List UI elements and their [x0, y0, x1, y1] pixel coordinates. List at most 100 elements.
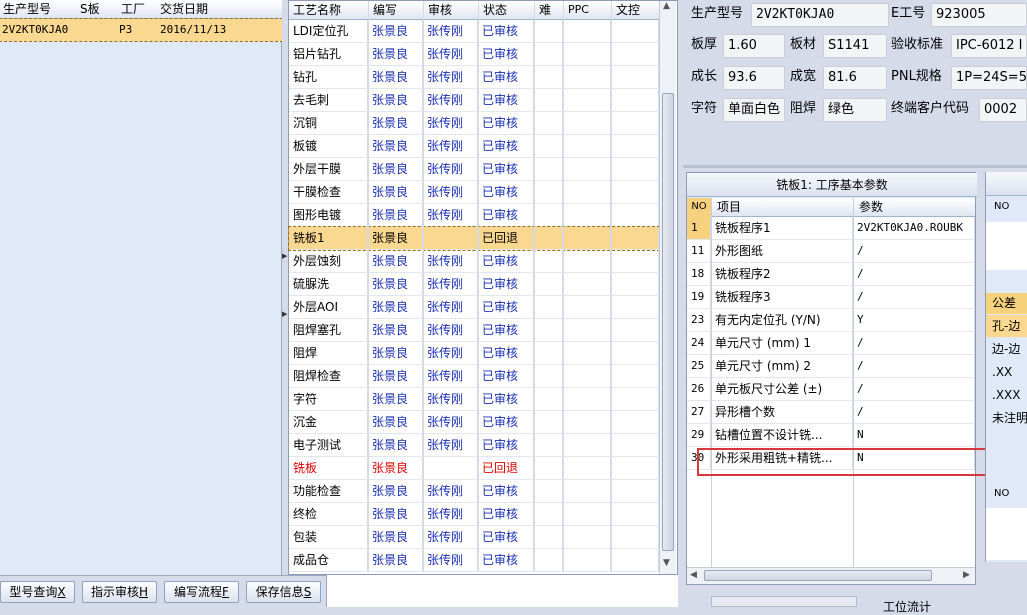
- col-delivery-date[interactable]: 交货日期: [160, 0, 208, 18]
- process-row[interactable]: 沉铜 张景良 张传刚 已审核: [289, 112, 659, 135]
- param-row[interactable]: 23 有无内定位孔 (Y/N) Y: [687, 309, 975, 332]
- process-row[interactable]: 硫脲洗 张景良 张传刚 已审核: [289, 273, 659, 296]
- process-row[interactable]: 图形电镀 张景良 张传刚 已审核: [289, 204, 659, 227]
- process-row[interactable]: 外层AOI 张景良 张传刚 已审核: [289, 296, 659, 319]
- tolerance-no-header[interactable]: NO: [994, 201, 1009, 212]
- col-status[interactable]: 状态: [483, 1, 507, 19]
- col-process-name[interactable]: 工艺名称: [293, 1, 341, 19]
- col-difficulty[interactable]: 难: [539, 1, 551, 19]
- process-name-cell: 外层蚀刻: [289, 250, 368, 272]
- process-row[interactable]: 阻焊塞孔 张景良 张传刚 已审核: [289, 319, 659, 342]
- process-row[interactable]: 阻焊检查 张景良 张传刚 已审核: [289, 365, 659, 388]
- process-row[interactable]: 功能检查 张景良 张传刚 已审核: [289, 480, 659, 503]
- process-row[interactable]: 板镀 张景良 张传刚 已审核: [289, 135, 659, 158]
- length-value[interactable]: 93.6: [723, 66, 785, 90]
- params-col-no[interactable]: NO: [687, 198, 711, 217]
- scroll-down-icon[interactable]: ▼: [663, 558, 670, 568]
- process-row[interactable]: 阻焊 张景良 张传刚 已审核: [289, 342, 659, 365]
- thickness-value[interactable]: 1.60: [723, 34, 785, 58]
- writer-cell: 张景良: [368, 227, 423, 249]
- params-h-scrollbar[interactable]: ◀ ▶: [687, 567, 975, 584]
- model-row[interactable]: 2V2KT0KJA0 P3 2016/11/13: [0, 18, 283, 42]
- param-row[interactable]: 29 钻槽位置不设计铣... N: [687, 424, 975, 447]
- param-row[interactable]: 18 铣板程序2/: [687, 263, 975, 286]
- params-col-item[interactable]: 项目: [717, 198, 741, 216]
- process-row[interactable]: 外层蚀刻 张景良 张传刚 已审核: [289, 250, 659, 273]
- doc-control-cell: [611, 135, 659, 157]
- save-info-button[interactable]: 保存信息S: [246, 581, 321, 603]
- process-row[interactable]: 钻孔 张景良 张传刚 已审核: [289, 66, 659, 89]
- process-row[interactable]: 沉金 张景良 张传刚 已审核: [289, 411, 659, 434]
- process-row[interactable]: LDI定位孔 张景良 张传刚 已审核: [289, 20, 659, 43]
- process-row[interactable]: 成品仓 张景良 张传刚 已审核: [289, 549, 659, 572]
- process-table-scrollbar[interactable]: ▲ ▼: [659, 1, 676, 574]
- bottom-right-field[interactable]: [711, 596, 857, 607]
- width-value[interactable]: 81.6: [823, 66, 887, 90]
- col-reviewer[interactable]: 审核: [428, 1, 452, 19]
- col-doc-control[interactable]: 文控: [616, 1, 640, 19]
- model-query-button[interactable]: 型号查询X: [0, 581, 75, 603]
- tolerance-row[interactable]: 未注明: [986, 407, 1027, 429]
- customer-value[interactable]: 0002: [979, 98, 1027, 122]
- tolerance-row[interactable]: 孔-边: [986, 315, 1027, 337]
- process-name-cell: 外层AOI: [289, 296, 368, 318]
- process-row[interactable]: 包装 张景良 张传刚 已审核: [289, 526, 659, 549]
- param-row[interactable]: 11 外形图纸 /: [687, 240, 975, 263]
- tolerance-no-header-2[interactable]: NO: [994, 488, 1009, 499]
- param-row[interactable]: 19 铣板程序3/: [687, 286, 975, 309]
- process-row[interactable]: 铝片钻孔 张景良 张传刚 已审核: [289, 43, 659, 66]
- splitter-arrow-icon: ▶: [282, 252, 288, 260]
- doc-control-cell: [611, 158, 659, 180]
- process-row[interactable]: 干膜检查 张景良 张传刚 已审核: [289, 181, 659, 204]
- param-row[interactable]: 1 铣板程序1 2V2KT0KJA0.ROUBK: [687, 217, 975, 240]
- bottom-right-strip: 工位流计: [683, 588, 1027, 614]
- splitter-arrow-icon: ▶: [282, 310, 288, 318]
- process-row[interactable]: 终检 张景良 张传刚 已审核: [289, 503, 659, 526]
- params-col-value[interactable]: 参数: [859, 198, 883, 216]
- process-row[interactable]: 铣板1 张景良 已回退: [288, 226, 660, 251]
- process-row[interactable]: 外层干膜 张景良 张传刚 已审核: [289, 158, 659, 181]
- tolerance-row[interactable]: 边-边: [986, 338, 1027, 360]
- tolerance-row[interactable]: .XXX: [986, 384, 1027, 406]
- scroll-up-icon[interactable]: ▲: [663, 1, 670, 11]
- process-name-cell: 字符: [289, 388, 368, 410]
- reviewer-cell: 张传刚: [423, 365, 478, 387]
- process-name-cell: 包装: [289, 526, 368, 548]
- col-model[interactable]: 生产型号: [3, 0, 51, 18]
- params-title: 铣板1: 工序基本参数: [687, 173, 977, 197]
- difficulty-cell: [534, 273, 563, 295]
- mask-value[interactable]: 绿色: [823, 98, 887, 122]
- col-divider: [563, 1, 564, 572]
- process-row[interactable]: 电子测试 张景良 张传刚 已审核: [289, 434, 659, 457]
- process-name-cell: 钻孔: [289, 66, 368, 88]
- param-row[interactable]: 24 单元尺寸 (mm) 1/: [687, 332, 975, 355]
- param-value-cell: N: [853, 424, 975, 446]
- model-value[interactable]: 2V2KT0KJA0: [751, 3, 889, 27]
- col-s-board[interactable]: S板: [80, 0, 100, 18]
- eno-value[interactable]: 923005: [931, 3, 1027, 27]
- col-ppc[interactable]: PPC: [568, 1, 589, 19]
- param-no-cell: 29: [687, 424, 711, 446]
- param-row[interactable]: 26 单元板尺寸公差 (±) /: [687, 378, 975, 401]
- difficulty-cell: [534, 342, 563, 364]
- tolerance-header: 公差: [986, 293, 1027, 314]
- ppc-cell: [563, 43, 611, 65]
- pnl-value[interactable]: 1P=24S=50: [951, 66, 1027, 90]
- tolerance-row[interactable]: .XX: [986, 361, 1027, 383]
- char-value[interactable]: 单面白色: [723, 98, 785, 122]
- process-row[interactable]: 去毛刺 张景良 张传刚 已审核: [289, 89, 659, 112]
- scroll-left-icon[interactable]: ◀: [690, 570, 697, 580]
- scroll-right-icon[interactable]: ▶: [963, 570, 970, 580]
- standard-value[interactable]: IPC-6012 I: [951, 34, 1027, 58]
- scroll-thumb[interactable]: [662, 93, 674, 551]
- review-button[interactable]: 指示审核H: [82, 581, 157, 603]
- process-row[interactable]: 铣板 张景良 已回退: [289, 457, 659, 480]
- param-row[interactable]: 27 异形槽个数 /: [687, 401, 975, 424]
- col-factory[interactable]: 工厂: [121, 0, 145, 18]
- write-flow-button[interactable]: 编写流程F: [164, 581, 239, 603]
- material-value[interactable]: S1141: [823, 34, 887, 58]
- col-writer[interactable]: 编写: [373, 1, 397, 19]
- h-scroll-thumb[interactable]: [704, 570, 932, 581]
- param-row[interactable]: 25 单元尺寸 (mm) 2/: [687, 355, 975, 378]
- process-row[interactable]: 字符 张景良 张传刚 已审核: [289, 388, 659, 411]
